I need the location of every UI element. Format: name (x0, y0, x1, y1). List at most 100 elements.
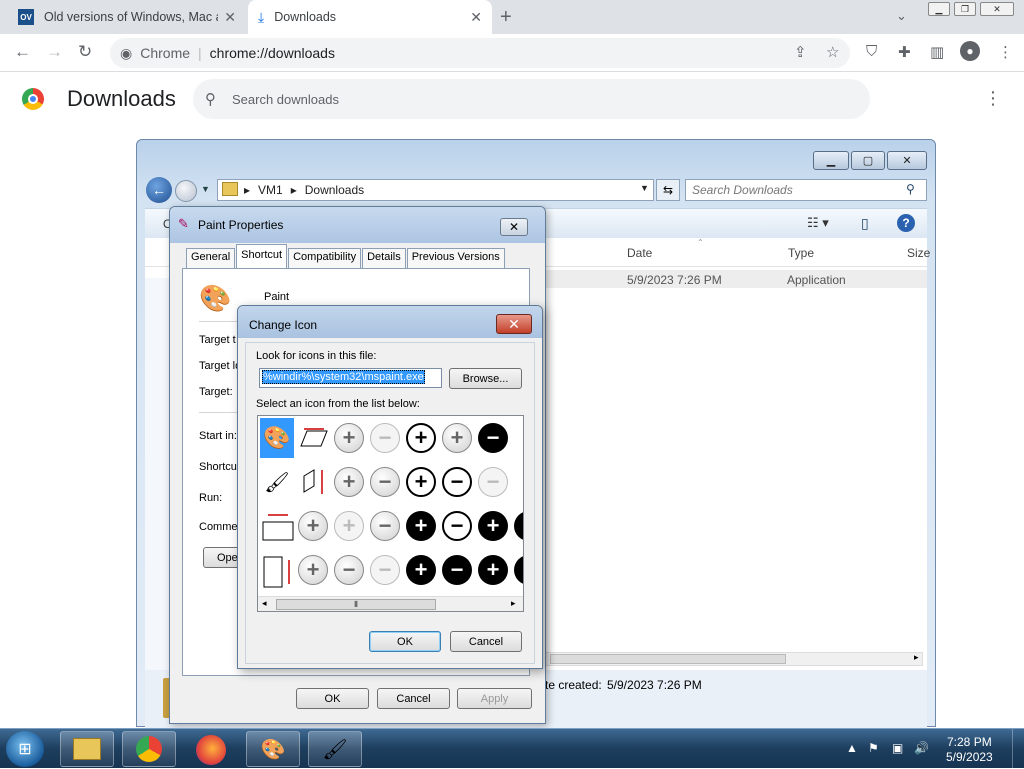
skew-horizontal-icon[interactable] (298, 424, 330, 452)
share-icon[interactable]: ⇪ (794, 43, 807, 61)
close-window-icon[interactable]: ✕ (980, 2, 1014, 16)
explorer-maximize-icon[interactable]: ▢ (851, 151, 885, 170)
start-button-icon[interactable]: ⊞ (6, 731, 44, 767)
side-panel-icon[interactable]: ▥ (930, 43, 944, 61)
tab-general[interactable]: General (186, 248, 236, 268)
new-tab-button[interactable]: + (500, 6, 512, 29)
zoom-out-icon[interactable]: − (370, 467, 400, 497)
tab-compatibility[interactable]: Compatibility (288, 248, 362, 268)
tab-downloads[interactable]: ⤓ Downloads ✕ (248, 0, 492, 34)
zoom-in-icon[interactable]: + (298, 511, 328, 541)
explorer-search-input[interactable]: Search Downloads ⚲ (685, 179, 927, 201)
close-tab-icon[interactable]: ✕ (470, 9, 482, 26)
zoom-in-icon[interactable]: + (334, 423, 364, 453)
column-type[interactable]: Type (788, 246, 814, 260)
path-segment[interactable]: Downloads (305, 183, 364, 197)
zoom-out-icon[interactable]: − (478, 467, 508, 497)
horizontal-scrollbar[interactable]: ▸ (541, 652, 923, 666)
shield-extension-icon[interactable]: ⛉ (866, 43, 877, 60)
address-dropdown-icon[interactable]: ▼ (640, 183, 649, 193)
address-bar[interactable]: ◉ Chrome | chrome://downloads (110, 38, 850, 68)
close-tab-icon[interactable]: ✕ (224, 9, 236, 26)
tab-shortcut[interactable]: Shortcut (236, 244, 288, 268)
search-downloads-input[interactable]: ⚲ Search downloads (193, 79, 870, 119)
paint-brushes-icon[interactable]: 🖌 (262, 466, 292, 498)
bookmark-star-icon[interactable]: ☆ (826, 43, 839, 61)
minimize-icon[interactable]: ▁ (928, 2, 950, 16)
path-segment[interactable]: VM1 (258, 183, 283, 197)
explorer-minimize-icon[interactable]: ▁ (813, 151, 849, 170)
zoom-out-icon[interactable]: − (334, 555, 364, 585)
icon-grid-scrollbar[interactable]: ◂ ⦀ ▸ (258, 596, 523, 611)
zoom-in-icon[interactable]: + (334, 467, 364, 497)
explorer-forward-icon[interactable] (175, 180, 197, 202)
browse-button[interactable]: Browse... (449, 368, 522, 389)
taskbar-clock[interactable]: 7:28 PM 5/9/2023 (946, 735, 993, 765)
zoom-in-icon[interactable]: + (334, 511, 364, 541)
show-hidden-icons-icon[interactable]: ▲ (846, 741, 858, 755)
taskbar-paint-icon[interactable]: 🎨 (246, 731, 300, 767)
scroll-thumb[interactable] (550, 654, 786, 664)
profile-avatar-icon[interactable]: ● (960, 41, 980, 61)
zoom-out-icon[interactable]: − (442, 555, 472, 585)
scroll-right-icon[interactable]: ▸ (914, 652, 919, 663)
show-desktop-button[interactable] (1012, 729, 1024, 769)
zoom-in-icon[interactable]: + (478, 511, 508, 541)
skew-vertical-icon[interactable] (300, 466, 330, 498)
zoom-out-icon[interactable]: − (478, 423, 508, 453)
tab-details[interactable]: Details (362, 248, 406, 268)
view-options-icon[interactable]: ☷ ▾ (807, 215, 829, 231)
tab-previous-versions[interactable]: Previous Versions (406, 248, 505, 268)
resize-horizontal-icon[interactable] (260, 510, 294, 542)
icon-file-input[interactable]: %windir%\system32\mspaint.exe (259, 368, 442, 388)
properties-close-icon[interactable]: ✕ (500, 218, 528, 236)
resize-vertical-icon[interactable] (262, 554, 294, 590)
properties-apply-button[interactable]: Apply (457, 688, 532, 709)
refresh-icon[interactable]: ⇆ (656, 179, 680, 201)
taskbar-explorer-icon[interactable] (60, 731, 114, 767)
zoom-out-icon[interactable]: − (442, 467, 472, 497)
change-icon-ok-button[interactable]: OK (369, 631, 441, 652)
zoom-in-icon[interactable]: + (442, 423, 472, 453)
recent-pages-icon[interactable]: ▼ (201, 184, 210, 194)
action-center-icon[interactable]: ⚑ (868, 741, 879, 755)
scroll-left-icon[interactable]: ◂ (262, 598, 267, 609)
zoom-in-icon[interactable]: + (406, 467, 436, 497)
change-icon-cancel-button[interactable]: Cancel (450, 631, 522, 652)
taskbar-paint-brushes-icon[interactable]: 🖌 (308, 731, 362, 767)
zoom-in-icon[interactable]: + (514, 511, 523, 541)
zoom-in-icon[interactable]: + (406, 555, 436, 585)
taskbar-chrome-icon[interactable] (122, 731, 176, 767)
downloads-menu-icon[interactable]: ⋮ (984, 88, 1002, 109)
tab-old-versions[interactable]: OV Old versions of Windows, Mac an ✕ (8, 0, 246, 34)
icon-grid[interactable]: 🎨 + − + + − 🖌 + − + − − + + − + − + + + (257, 415, 524, 612)
tab-search-icon[interactable]: ⌄ (896, 8, 907, 24)
zoom-out-icon[interactable]: − (370, 555, 400, 585)
chrome-menu-icon[interactable]: ⋮ (998, 43, 1013, 61)
taskbar-firefox-icon[interactable] (196, 735, 226, 765)
restore-icon[interactable]: ❐ (954, 2, 976, 16)
zoom-in-icon[interactable]: + (298, 555, 328, 585)
change-icon-close-icon[interactable]: ✕ (496, 314, 532, 334)
zoom-in-icon[interactable]: + (406, 423, 436, 453)
properties-ok-button[interactable]: OK (296, 688, 369, 709)
column-date[interactable]: Date (627, 246, 652, 260)
network-icon[interactable]: ▣ (892, 741, 903, 755)
zoom-in-icon[interactable]: + (514, 555, 523, 585)
zoom-out-icon[interactable]: − (370, 511, 400, 541)
explorer-close-icon[interactable]: ✕ (887, 151, 927, 170)
zoom-out-icon[interactable]: − (442, 511, 472, 541)
scroll-right-icon[interactable]: ▸ (511, 598, 516, 609)
preview-pane-icon[interactable]: ▯ (861, 215, 869, 232)
zoom-in-icon[interactable]: + (478, 555, 508, 585)
scroll-thumb[interactable]: ⦀ (276, 599, 436, 610)
help-icon[interactable]: ? (897, 214, 915, 232)
table-row[interactable]: 5/9/2023 7:26 PM Application (545, 270, 927, 288)
zoom-in-icon[interactable]: + (406, 511, 436, 541)
extensions-puzzle-icon[interactable]: ✚ (898, 43, 911, 61)
column-size[interactable]: Size (907, 246, 930, 260)
zoom-out-icon[interactable]: − (370, 423, 400, 453)
volume-icon[interactable]: 🔊 (914, 741, 929, 755)
reload-icon[interactable]: ↻ (78, 42, 92, 62)
back-icon[interactable]: ← (14, 42, 31, 62)
